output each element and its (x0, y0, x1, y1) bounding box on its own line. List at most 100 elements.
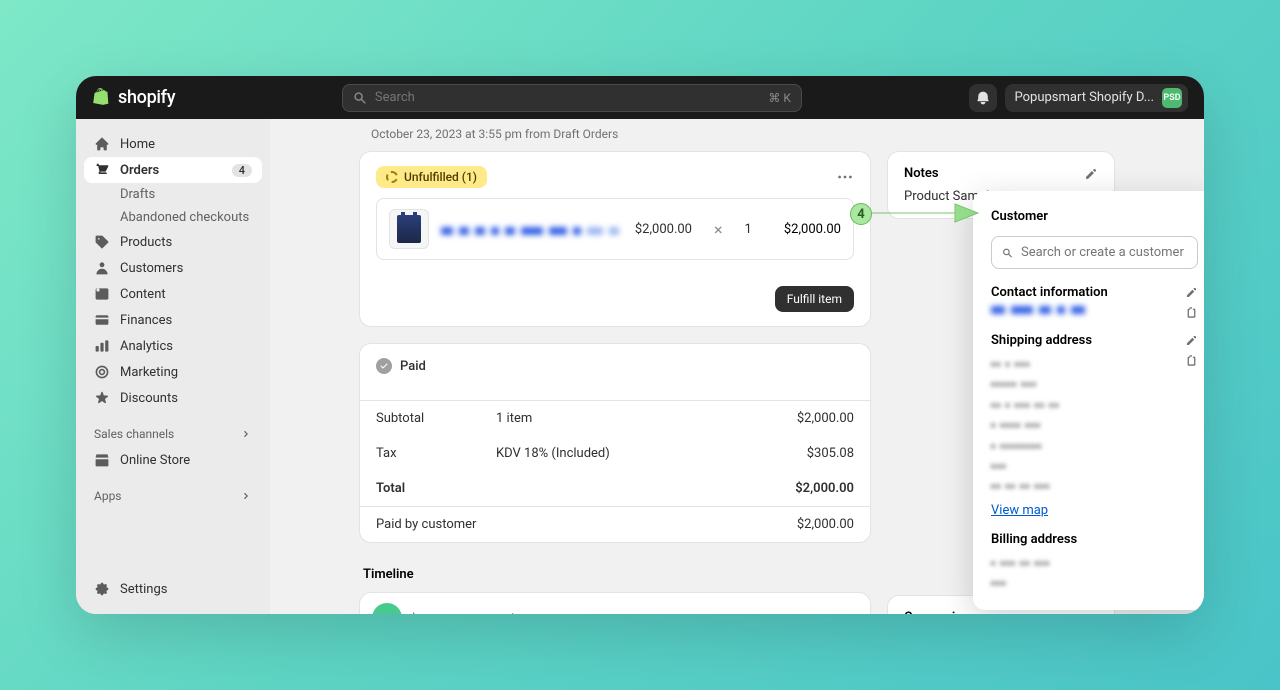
nav-customers[interactable]: Customers (84, 255, 262, 281)
nav-content[interactable]: Content (84, 281, 262, 307)
paid-by-row: Paid by customer $2,000.00 (360, 507, 870, 542)
nav-discounts[interactable]: Discounts (84, 385, 262, 411)
order-meta: October 23, 2023 at 3:55 pm from Draft O… (359, 127, 1115, 151)
line-qty: 1 (745, 222, 752, 237)
nav-abandoned[interactable]: Abandoned checkouts (84, 206, 262, 229)
row-detail: KDV 18% (Included) (496, 446, 807, 461)
nav-settings[interactable]: Settings (84, 576, 262, 602)
customer-panel-title: Customer (991, 209, 1198, 224)
shipping-title: Shipping address (991, 333, 1092, 348)
product-thumbnail[interactable] (389, 209, 429, 249)
customer-search[interactable] (991, 236, 1198, 269)
line-price: $2,000.00 (635, 222, 692, 237)
nav-label: Marketing (120, 365, 178, 380)
sidebar: Home Orders 4 Drafts Abandoned checkouts… (76, 119, 270, 614)
contact-info-title: Contact information (991, 285, 1108, 300)
topbar: shopify ⌘ K Popupsmart Shopify D... PSD (76, 76, 1204, 119)
nav-home[interactable]: Home (84, 131, 262, 157)
more-actions-button[interactable] (836, 168, 854, 186)
timeline-title: Timeline (359, 567, 871, 592)
conversion-title: Conversion summary (904, 610, 1098, 614)
copy-shipping-button[interactable] (1185, 354, 1198, 367)
finances-icon (94, 312, 110, 328)
nav-online-store[interactable]: Online Store (84, 447, 262, 473)
nav-label: Orders (120, 163, 159, 178)
nav-label: Content (120, 287, 166, 302)
total-row: Total $2,000.00 (360, 471, 870, 506)
search-bar[interactable]: ⌘ K (342, 84, 802, 112)
fulfill-button[interactable]: Fulfill item (775, 286, 854, 312)
nav-marketing[interactable]: Marketing (84, 359, 262, 385)
nav-section-label: Sales channels (94, 427, 174, 441)
line-item: $2,000.00 × 1 $2,000.00 (376, 198, 854, 260)
nav-label: Products (120, 235, 172, 250)
sales-channels-header[interactable]: Sales channels (84, 421, 262, 447)
orders-icon (94, 162, 110, 178)
row-amount: $2,000.00 (797, 517, 854, 532)
nav-products[interactable]: Products (84, 229, 262, 255)
subtotal-row: Subtotal 1 item $2,000.00 (360, 401, 870, 436)
content-icon (94, 286, 110, 302)
copy-email-button[interactable] (1185, 306, 1198, 319)
logo-text: shopify (118, 87, 175, 108)
store-switcher[interactable]: Popupsmart Shopify D... PSD (1005, 84, 1189, 112)
customer-panel: Customer Contact information (973, 191, 1204, 610)
search-kbd: ⌘ K (768, 91, 791, 105)
timeline-section: Timeline ES ☺ @ # (359, 567, 871, 614)
main-content: October 23, 2023 at 3:55 pm from Draft O… (270, 119, 1204, 614)
comment-input[interactable] (412, 611, 858, 615)
orders-badge: 4 (232, 164, 252, 177)
unfulfilled-dot-icon (386, 171, 398, 183)
user-avatar: ES (372, 603, 402, 614)
comment-box: ES (359, 592, 871, 614)
search-input[interactable] (375, 90, 760, 105)
product-name[interactable] (441, 220, 623, 239)
shipping-address-text: ▪▪ ▪ ▪▪▪ ▪▪▪▪▪ ▪▪▪ ▪▪ ▪ ▪▪▪ ▪▪ ▪▪ ▪ ▪▪▪▪… (991, 354, 1059, 497)
paid-label: Paid (400, 359, 426, 374)
edit-notes-button[interactable] (1084, 167, 1098, 181)
customers-icon (94, 260, 110, 276)
marketing-icon (94, 364, 110, 380)
row-amount: $305.08 (807, 446, 854, 461)
customer-search-input[interactable] (1021, 245, 1187, 260)
chevron-right-icon (240, 490, 252, 502)
notifications-button[interactable] (969, 84, 997, 112)
logo[interactable]: shopify (92, 87, 175, 109)
paid-status-icon (376, 358, 392, 374)
nav-label: Settings (120, 582, 167, 597)
edit-shipping-button[interactable] (1185, 334, 1198, 347)
analytics-icon (94, 338, 110, 354)
nav-orders[interactable]: Orders 4 (84, 157, 262, 183)
row-label: Tax (376, 446, 496, 461)
nav-finances[interactable]: Finances (84, 307, 262, 333)
row-label: Paid by customer (376, 517, 797, 532)
discounts-icon (94, 390, 110, 406)
nav-label: Analytics (120, 339, 173, 354)
nav-section-label: Apps (94, 489, 122, 503)
bell-icon (975, 90, 991, 106)
nav-label: Discounts (120, 391, 178, 406)
store-avatar: PSD (1162, 88, 1182, 108)
billing-address-text: ▪ ▪▪▪ ▪▪ ▪▪▪ ▪▪▪ (991, 553, 1198, 594)
nav-analytics[interactable]: Analytics (84, 333, 262, 359)
qty-separator: × (714, 220, 723, 239)
row-label: Total (376, 481, 496, 496)
unfulfilled-badge: Unfulfilled (1) (376, 166, 487, 188)
row-amount: $2,000.00 (795, 481, 854, 496)
badge-label: Unfulfilled (1) (404, 170, 477, 184)
contact-email[interactable] (991, 306, 1085, 314)
apps-header[interactable]: Apps (84, 483, 262, 509)
home-icon (94, 136, 110, 152)
nav-label: Finances (120, 313, 172, 328)
nav-drafts[interactable]: Drafts (84, 183, 262, 206)
view-map-link[interactable]: View map (991, 503, 1048, 518)
search-icon (353, 91, 367, 105)
tax-row: Tax KDV 18% (Included) $305.08 (360, 436, 870, 471)
nav-label: Home (120, 137, 155, 152)
search-icon (1002, 246, 1013, 260)
gear-icon (94, 581, 110, 597)
row-label: Subtotal (376, 411, 496, 426)
notes-title: Notes (904, 166, 939, 181)
fulfillment-card: Unfulfilled (1) (359, 151, 871, 327)
edit-contact-button[interactable] (1185, 286, 1198, 299)
